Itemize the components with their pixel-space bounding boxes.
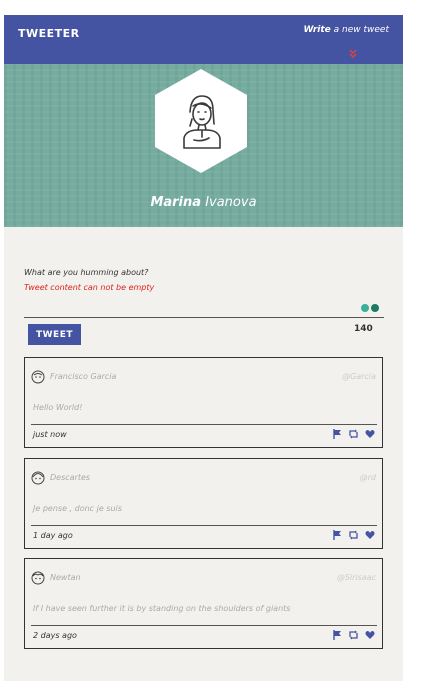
tweet-time: just now — [33, 430, 67, 439]
write-tweet-link[interactable]: Write a new tweet — [303, 25, 389, 35]
tweet-time: 2 days ago — [33, 631, 77, 640]
write-link-bold: Write — [303, 25, 331, 35]
profile-banner: Marina Ivanova — [4, 64, 403, 227]
heart-icon[interactable] — [365, 630, 375, 640]
first-name: Marina — [150, 195, 202, 210]
heart-icon[interactable] — [365, 530, 375, 540]
app-container: TWEETER Write a new tweet Marina Ivanova — [4, 15, 403, 681]
tweet-card: Newtan @Sirisaac If I have seen further … — [24, 558, 383, 649]
composer-prompt: What are you humming about? — [24, 268, 149, 277]
write-link-text: a new tweet — [330, 25, 389, 35]
tweet-input-field[interactable] — [24, 317, 384, 318]
tweet-card: Descartes @rd Je pense , donc je suis 1 … — [24, 458, 383, 549]
tweet-divider — [31, 525, 377, 526]
tweet-content: If I have seen further it is by standing… — [33, 604, 291, 613]
tweet-card: Francisco Garcia @Garcia Hello World! ju… — [24, 357, 383, 448]
profile-name: Marina Ivanova — [4, 195, 403, 210]
tweet-content: Je pense , donc je suis — [33, 504, 122, 513]
author-avatar-icon — [31, 471, 45, 485]
tweet-divider — [31, 625, 377, 626]
flag-icon[interactable] — [333, 530, 342, 540]
retweet-icon[interactable] — [348, 429, 359, 439]
flag-icon[interactable] — [333, 429, 342, 439]
flag-icon[interactable] — [333, 630, 342, 640]
author-avatar-icon — [31, 370, 45, 384]
char-counter: 140 — [354, 324, 373, 334]
heart-icon[interactable] — [365, 429, 375, 439]
tweet-content: Hello World! — [33, 403, 83, 412]
tweet-author[interactable]: Newtan — [50, 573, 81, 582]
dark-green-dot-icon — [371, 304, 379, 312]
tweet-actions — [332, 630, 375, 640]
profile-avatar-icon — [155, 69, 247, 173]
navbar: TWEETER Write a new tweet — [4, 15, 403, 64]
retweet-icon[interactable] — [348, 630, 359, 640]
tweet-author[interactable]: Descartes — [50, 473, 90, 482]
tweet-author[interactable]: Francisco Garcia — [50, 372, 116, 381]
tweet-button[interactable]: TWEET — [28, 324, 81, 345]
tweet-handle[interactable]: @Sirisaac — [337, 573, 376, 582]
composer-error: Tweet content can not be empty — [24, 283, 155, 292]
tweet-divider — [31, 424, 377, 425]
double-chevron-down-icon[interactable] — [349, 49, 357, 59]
light-green-dot-icon — [361, 304, 369, 312]
last-name: Ivanova — [205, 195, 257, 210]
tweet-handle[interactable]: @rd — [360, 473, 376, 482]
tweet-handle[interactable]: @Garcia — [342, 372, 376, 381]
retweet-icon[interactable] — [348, 530, 359, 540]
tweet-actions — [332, 530, 375, 540]
tweet-actions — [332, 429, 375, 439]
tweet-time: 1 day ago — [33, 531, 73, 540]
brand-logo[interactable]: TWEETER — [18, 27, 80, 40]
author-avatar-icon — [31, 571, 45, 585]
composer-indicators — [359, 304, 379, 314]
